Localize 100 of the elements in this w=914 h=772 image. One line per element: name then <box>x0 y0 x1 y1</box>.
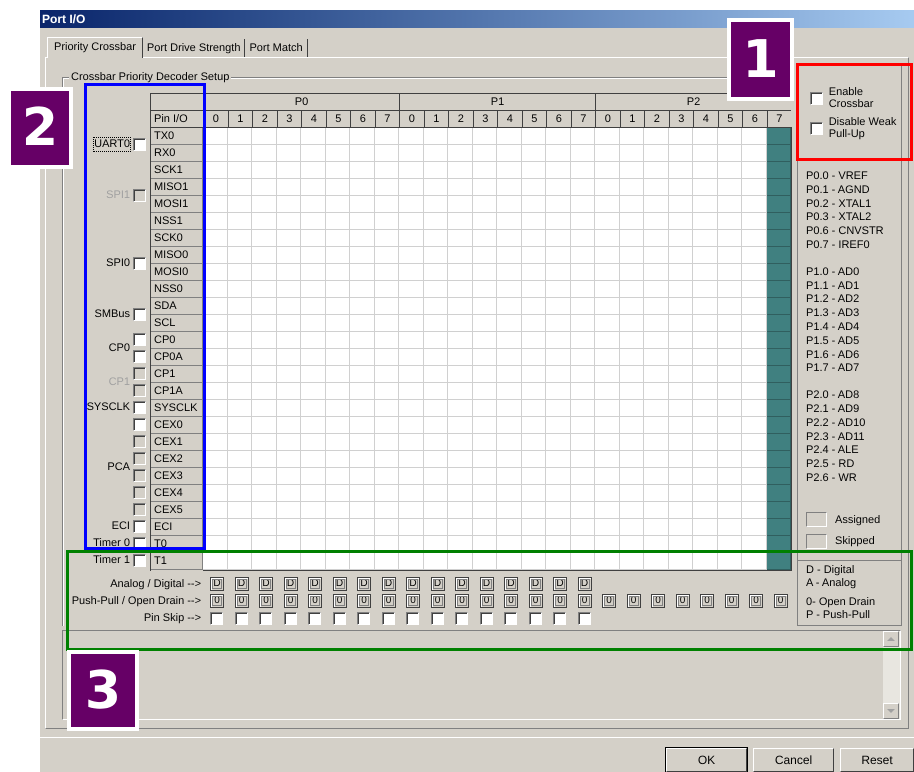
checkbox[interactable] <box>553 612 566 624</box>
checkbox[interactable] <box>210 612 223 624</box>
pin-function: P1.2 - AD2 <box>806 293 860 308</box>
pin-header: 0 <box>399 110 424 127</box>
checkbox[interactable] <box>357 612 370 624</box>
signal-label: SYSCLK <box>151 400 203 417</box>
signal-label: SCK1 <box>151 162 203 179</box>
scroll-up-icon[interactable] <box>883 631 899 647</box>
pin-function: P1.3 - AD3 <box>806 307 860 321</box>
message-area[interactable] <box>62 630 901 720</box>
window-title: Port I/O <box>40 10 914 28</box>
pin-function: P2.4 - ALE <box>806 444 860 458</box>
code-legend: A - Analog <box>806 577 901 590</box>
pin-header: 5 <box>718 110 742 127</box>
checkbox[interactable] <box>810 122 823 134</box>
checkbox[interactable] <box>133 256 146 270</box>
checkbox[interactable] <box>284 612 296 624</box>
signal-label: CP0 <box>151 332 203 349</box>
pin-header: 3 <box>472 110 497 127</box>
pin-header: 4 <box>301 110 326 127</box>
code-legend: 0- Open Drain <box>806 596 901 609</box>
signal-label: CEX4 <box>151 485 203 502</box>
option-label[interactable]: Disable Weak Pull-Up <box>828 116 901 140</box>
checkbox[interactable] <box>382 612 394 624</box>
tab[interactable]: Port Match <box>245 39 308 57</box>
pin-header: 7 <box>766 110 791 127</box>
checkbox[interactable] <box>133 554 146 567</box>
pin-header: 3 <box>276 110 301 127</box>
signal-label: SCL <box>151 315 203 332</box>
checkbox[interactable] <box>133 401 146 414</box>
pin-function: P1.0 - AD0 <box>806 266 860 280</box>
pin-function: P0.0 - VREF <box>806 170 869 184</box>
checkbox[interactable] <box>133 520 146 533</box>
checkbox[interactable] <box>810 92 823 104</box>
tab[interactable]: Port Drive Strength <box>142 39 246 57</box>
group-title: Crossbar Priority Decoder Setup <box>69 70 232 84</box>
checkbox[interactable] <box>480 612 492 624</box>
pin-header: 5 <box>522 110 546 127</box>
pin-header: 3 <box>668 110 693 127</box>
pin-header: 4 <box>693 110 718 127</box>
option-label[interactable]: Enable Crossbar <box>828 86 901 110</box>
legend-label: Skipped <box>835 534 875 550</box>
dialog-button[interactable]: Cancel <box>753 748 834 772</box>
checkbox[interactable] <box>455 612 468 624</box>
annotation-badge: 1 <box>727 18 794 101</box>
legend-label: Assigned <box>835 512 880 528</box>
checkbox[interactable] <box>133 308 146 320</box>
checkbox[interactable] <box>504 612 517 624</box>
checkbox[interactable] <box>133 333 146 346</box>
pin-function: P2.5 - RD <box>806 458 856 472</box>
checkbox[interactable] <box>528 612 542 624</box>
pin-header: 1 <box>424 110 448 127</box>
pin-function: P1.4 - AD4 <box>806 320 860 335</box>
pin-function: P2.1 - AD9 <box>806 402 860 417</box>
signal-label: NSS0 <box>151 281 203 298</box>
annotation-badge: 3 <box>67 650 139 731</box>
signal-label: CEX5 <box>151 502 203 519</box>
pin-function: P0.7 - IREF0 <box>806 238 871 253</box>
signal-label: SCK0 <box>151 230 203 247</box>
checkbox[interactable] <box>234 612 248 624</box>
pin-function: P0.3 - XTAL2 <box>806 211 872 226</box>
signal-label: CEX1 <box>151 434 203 451</box>
pin-header: 6 <box>742 110 766 127</box>
setting-label: Push-Pull / Open Drain --> <box>70 594 202 608</box>
legend-swatch <box>806 512 827 528</box>
signal-label: CP1A <box>151 383 203 400</box>
pin-header: 2 <box>252 110 276 127</box>
signal-label: CP0A <box>151 349 203 366</box>
code-legend: P - Push-Pull <box>806 609 901 622</box>
checkbox[interactable] <box>133 138 146 150</box>
header-corner <box>150 93 203 110</box>
dialog-button[interactable]: OK <box>666 748 747 772</box>
pin-function: P2.2 - AD10 <box>806 416 866 431</box>
checkbox[interactable] <box>578 612 590 624</box>
pin-function: P2.0 - AD8 <box>806 389 860 403</box>
checkbox[interactable] <box>332 612 346 624</box>
checkbox[interactable] <box>133 418 146 431</box>
scrollbar[interactable] <box>883 631 900 719</box>
peripheral-label: UART0 <box>94 138 130 150</box>
pin-header: 1 <box>620 110 644 127</box>
signal-label: ECI <box>151 519 203 536</box>
signal-label: MISO1 <box>151 179 203 196</box>
pin-header: 5 <box>326 110 350 127</box>
checkbox[interactable] <box>308 612 321 624</box>
setting-label: Analog / Digital --> <box>109 577 202 591</box>
peripheral-label: Timer 0 <box>93 537 130 550</box>
tab[interactable]: Priority Crossbar <box>47 37 143 58</box>
scroll-down-icon[interactable] <box>883 703 899 719</box>
checkbox[interactable] <box>259 612 272 624</box>
pin-function: P1.7 - AD7 <box>806 362 860 376</box>
peripheral-label: CP0 <box>108 342 130 354</box>
checkbox[interactable] <box>430 612 444 624</box>
pin-header: 7 <box>570 110 595 127</box>
column-header: Pin I/O <box>150 110 203 127</box>
dialog-button[interactable]: Reset <box>840 748 914 772</box>
checkbox[interactable] <box>406 612 419 624</box>
pin-header: 1 <box>228 110 252 127</box>
pin-function: P1.5 - AD5 <box>806 334 860 349</box>
signal-label: MOSI0 <box>151 264 203 281</box>
checkbox[interactable] <box>133 350 146 363</box>
